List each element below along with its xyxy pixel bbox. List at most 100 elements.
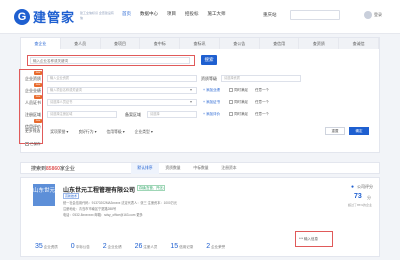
option-any-match[interactable]: 任意一个 [255, 112, 269, 117]
company-logo: 山东世元 [33, 184, 55, 206]
tab-person[interactable]: 查人员 [61, 38, 101, 49]
score-value: 73 [354, 193, 362, 200]
new-badge: new [34, 95, 42, 99]
stat-item[interactable]: 0中标公告 [71, 235, 90, 253]
company-type-dropdown[interactable]: 企业类型 ▾ [135, 129, 153, 135]
tab-credit[interactable]: 查信用 [260, 38, 300, 49]
login-link[interactable]: 登录 [374, 12, 382, 18]
company-info-line: 电话：0532-8xxxxxxx 邮箱：sdsy_office@163.com … [63, 213, 143, 217]
credit-level-dropdown[interactable]: 信用等级 ▾ [107, 129, 125, 135]
company-stats: 35企业资质 0中标公告 2企业业绩 26注册人员 15信用记录 2企业荣誉 [35, 235, 238, 253]
new-badge: new [34, 83, 42, 87]
company-card[interactable]: 山东世元 山东世元工程管理有限公司 存续(在营、开业) 高新技术 统一社会信用代… [20, 177, 380, 257]
result-number: 85860 [46, 166, 60, 172]
stat-label: 信用记录 [179, 245, 194, 249]
site-logo[interactable]: G 建管家 [14, 7, 75, 26]
option-any-match[interactable]: 任意一个 [255, 100, 269, 105]
record-region-select[interactable]: 请选择 [147, 111, 197, 118]
option-label: 任意一个 [255, 88, 269, 92]
more-filters-toggle[interactable]: 更多筛选 [25, 129, 40, 135]
company-info-line: 统一社会信用代码：91370202MA3xxxxx 法定代表人：张三 注册资本：… [63, 201, 178, 205]
tab-win-bid[interactable]: 查中标 [140, 38, 181, 49]
stat-value: 2 [206, 243, 211, 250]
search-button[interactable]: 搜索 [201, 55, 217, 65]
sort-tab[interactable]: 中标数量 [187, 163, 215, 174]
awards-dropdown[interactable]: 奖项荣誉 ▾ [50, 129, 68, 135]
radio-icon [229, 100, 233, 105]
stat-label: 注册人员 [143, 245, 158, 249]
more-filters-row: 更多筛选 奖项荣誉 ▾ 良好行为 ▾ 信用等级 ▾ 企业类型 ▾ [25, 129, 163, 135]
qualification-level-label: 资质等级 [201, 76, 217, 81]
nav-item[interactable]: 数据中心 [140, 11, 158, 17]
new-badge: new [34, 71, 42, 75]
option-all-match[interactable]: 同时满足 [229, 112, 248, 117]
option-all-match[interactable]: 同时满足 [229, 100, 248, 105]
nav-item[interactable]: 项目 [167, 11, 176, 17]
main-search-input[interactable] [30, 57, 190, 64]
option-label: 任意一个 [255, 112, 269, 116]
stat-item[interactable]: 35企业资质 [35, 235, 58, 253]
stat-label: 企业资质 [43, 245, 58, 249]
tab-tender[interactable]: 查标讯 [180, 38, 220, 49]
stat-item[interactable]: 2企业业绩 [103, 235, 122, 253]
result-count: 搜索到85860家企业 [31, 165, 75, 172]
add-performance-link[interactable]: + 添加业绩 [203, 88, 220, 93]
tab-qualification[interactable]: 查资质 [299, 38, 340, 49]
region-select[interactable]: 请选择注册区域 [47, 111, 117, 118]
top-header: G 建管家 建工全信标识 企查建设有信 首页 数据中心 项目 招投标 施工大师 … [0, 0, 400, 34]
good-behavior-dropdown[interactable]: 良好行为 ▾ [78, 129, 96, 135]
sort-tab[interactable]: 注册资本 [215, 163, 243, 174]
stat-item[interactable]: 15信用记录 [170, 235, 193, 253]
confirm-button[interactable]: 确定 [349, 127, 369, 135]
search-tabs: 查企业 查人员 查项目 查中标 查标讯 查公告 查信用 查资质 查诚信 [21, 38, 380, 49]
chevron-down-icon: ▾ [190, 99, 193, 104]
stat-label: 中标公告 [75, 245, 90, 249]
stat-item[interactable]: 26注册人员 [135, 235, 158, 253]
header-search-input[interactable] [290, 10, 340, 20]
qualification-level-select[interactable]: 请选择资质 [221, 75, 301, 82]
saved-filters-link[interactable]: 已保存 [25, 142, 41, 147]
tab-company[interactable]: 查企业 [21, 38, 61, 49]
city-selector[interactable]: 重庆站 [263, 12, 277, 18]
qualification-input[interactable]: 输入企业资质 [47, 75, 197, 82]
option-label: 同时满足 [234, 112, 248, 116]
score-unit: 分 [367, 195, 371, 200]
option-label: 同时满足 [234, 100, 248, 104]
stat-value: 15 [170, 243, 179, 250]
extra-info-link[interactable]: *** 输入信息 [299, 237, 318, 242]
stat-label: 企业荣誉 [211, 245, 226, 249]
option-all-match[interactable]: 同时满足 [229, 88, 248, 93]
sort-tab[interactable]: 资质数量 [159, 163, 187, 174]
tab-notice[interactable]: 查公告 [220, 38, 260, 49]
nav-item[interactable]: 首页 [122, 11, 131, 17]
score-icon: ● [351, 184, 355, 190]
slogan: 建工全信标识 企查建设有信 [80, 11, 114, 20]
nav-item[interactable]: 招投标 [185, 11, 199, 17]
stat-label: 企业业绩 [107, 245, 122, 249]
results-bar: 搜索到85860家企业 默认排序 资质数量 中标数量 注册资本 [20, 162, 380, 174]
tab-integrity[interactable]: 查诚信 [339, 38, 380, 49]
nav-item[interactable]: 施工大师 [208, 11, 226, 17]
certificate-select[interactable]: 请选择人员证书 [47, 99, 197, 106]
add-certificate-link[interactable]: + 添加证书 [203, 100, 220, 105]
result-suffix: 家企业 [59, 166, 75, 172]
score-label: 公司评分 [357, 184, 373, 189]
stat-value: 35 [35, 243, 43, 250]
option-label: 同时满足 [234, 88, 248, 92]
new-badge: new [34, 119, 42, 123]
user-avatar-icon[interactable] [364, 11, 372, 19]
score-description: 超过了85%的企业 [348, 203, 373, 207]
stat-item[interactable]: 2企业荣誉 [206, 235, 225, 253]
status-badge: 存续(在营、开业) [137, 185, 166, 191]
sort-tab[interactable]: 默认排序 [131, 163, 159, 174]
logo-mark: G [14, 8, 30, 25]
option-any-match[interactable]: 任意一个 [255, 88, 269, 93]
tab-project[interactable]: 查项目 [101, 38, 141, 49]
reset-button[interactable]: 重置 [325, 127, 345, 135]
option-label: 任意一个 [255, 100, 269, 104]
radio-icon [229, 88, 233, 93]
add-evaluation-link[interactable]: + 添加评价 [203, 112, 220, 117]
page: G 建管家 建工全信标识 企查建设有信 首页 数据中心 项目 招投标 施工大师 … [0, 0, 400, 260]
main-search-box [27, 55, 195, 66]
performance-input[interactable]: 输入项目名称或关键词 [47, 87, 197, 94]
